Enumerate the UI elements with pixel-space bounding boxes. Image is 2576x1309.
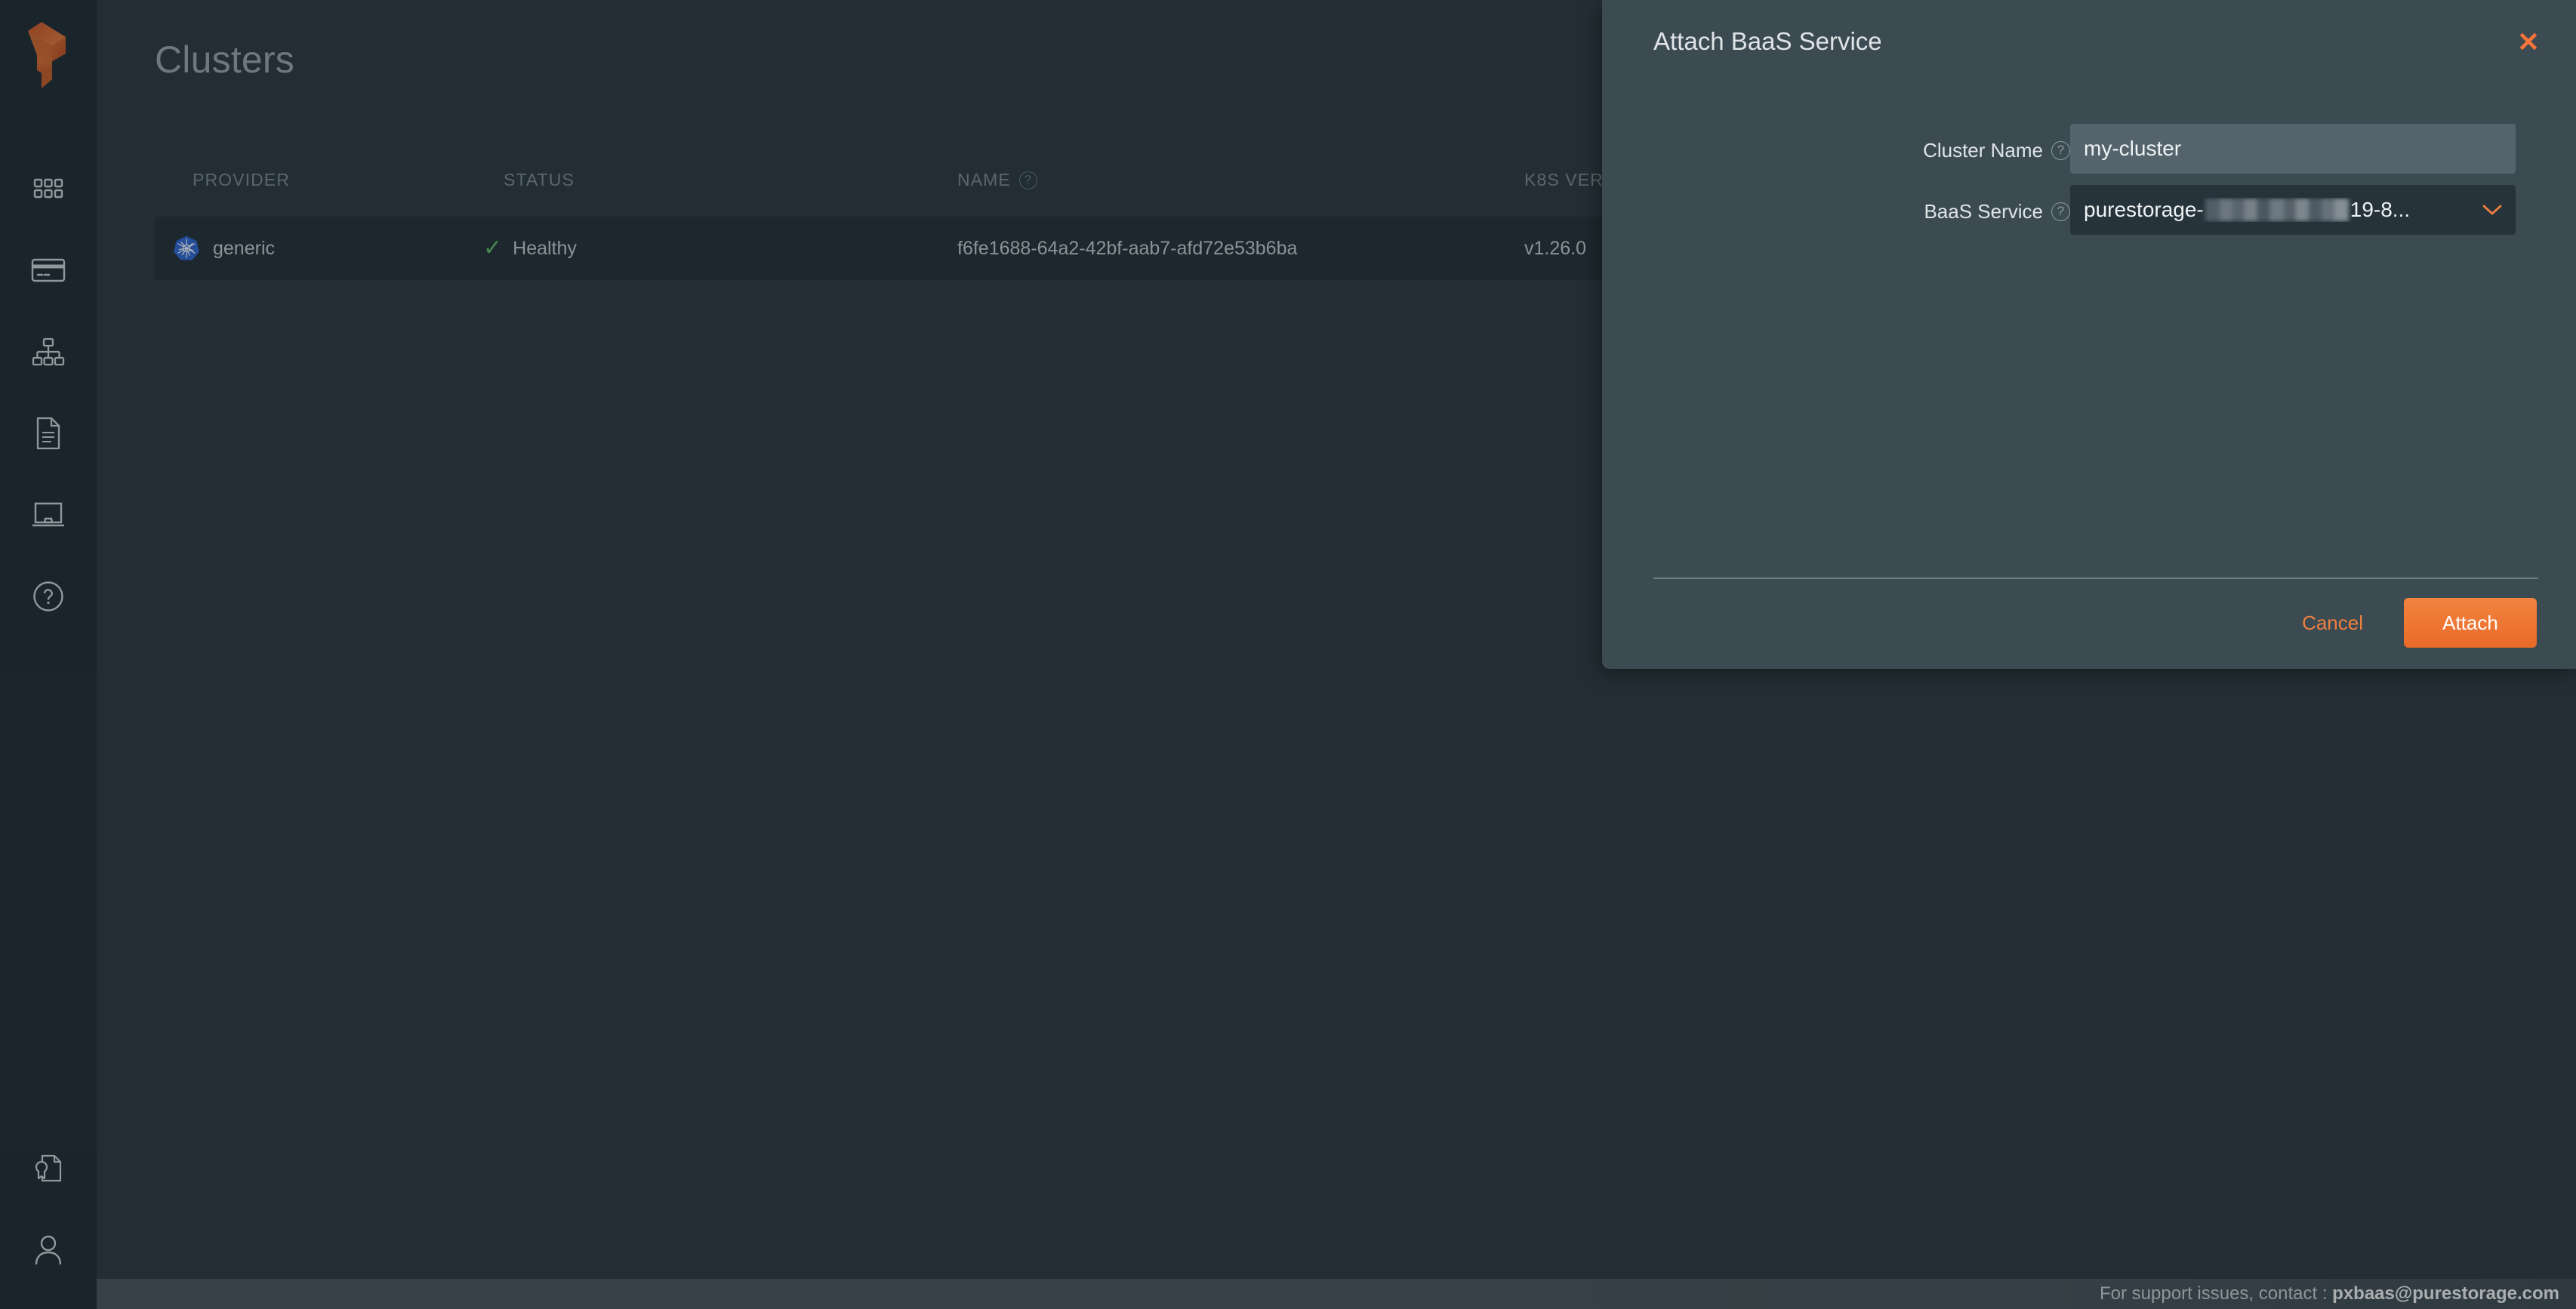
baas-service-help-icon[interactable]: ? xyxy=(2051,202,2070,221)
baas-service-value-suffix: 19-8... xyxy=(2350,198,2411,221)
baas-service-label-group: BaaS Service ? xyxy=(1924,200,2070,223)
attach-button[interactable]: Attach xyxy=(2404,598,2537,648)
baas-service-select[interactable]: purestorage- 19-8... xyxy=(2070,185,2516,235)
cluster-name-label-group: Cluster Name ? xyxy=(1923,139,2070,162)
close-icon[interactable]: ✕ xyxy=(2517,29,2540,56)
cluster-name-help-icon[interactable]: ? xyxy=(2051,140,2070,160)
baas-service-label: BaaS Service xyxy=(1924,199,2043,223)
chevron-down-icon xyxy=(2481,200,2504,220)
modal-divider xyxy=(1653,578,2538,579)
baas-service-value-prefix: purestorage- xyxy=(2084,198,2204,221)
field-cluster-name: Cluster Name ? xyxy=(1602,124,2516,177)
attach-baas-service-modal: Attach BaaS Service ✕ Cluster Name ? Baa… xyxy=(1602,0,2576,669)
modal-title: Attach BaaS Service xyxy=(1653,27,1882,55)
cluster-name-label: Cluster Name xyxy=(1923,138,2043,162)
modal-actions: Cancel Attach xyxy=(2291,598,2537,648)
app-root: Clusters PROVIDER STATUS NAME ? K8S VER. xyxy=(0,0,2576,1309)
baas-service-selected-value: purestorage- 19-8... xyxy=(2084,198,2473,222)
cluster-name-input[interactable] xyxy=(2070,124,2516,174)
field-baas-service: BaaS Service ? purestorage- 19-8... xyxy=(1602,185,2516,238)
cancel-button[interactable]: Cancel xyxy=(2291,605,2374,641)
redacted-text-block xyxy=(2205,199,2349,221)
